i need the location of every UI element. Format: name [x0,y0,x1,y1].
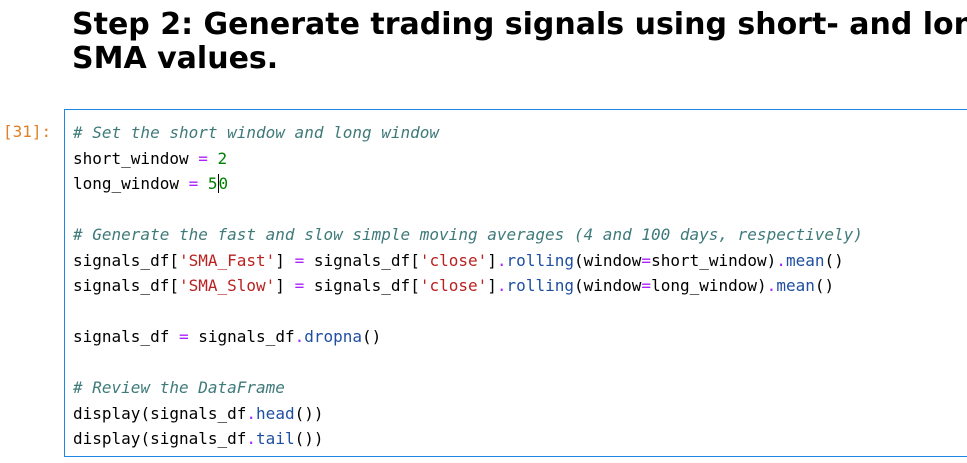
number: 5 [207,174,218,193]
punct: ) [766,250,777,270]
punct: () [362,327,382,346]
execution-count-prompt: [31]: [3,122,52,141]
punct: ] [487,276,497,295]
punct: ] [275,276,285,295]
string: 'close' [419,276,488,295]
operator: . [776,250,786,270]
operator: = [294,250,305,270]
code-line-6: signals_df['SMA_Fast'] = signals_df['clo… [73,248,863,274]
punct: [ [410,250,420,270]
heading-line-1: Step 2: Generate trading signals using s… [72,7,967,42]
code-line-5: # Generate the fast and slow simple movi… [73,222,863,248]
method: tail [256,429,295,448]
heading-line-2: SMA values. [72,41,279,76]
punct: ()) [294,429,324,448]
variable: signals_df [73,250,170,270]
string: 'SMA_Slow' [178,276,276,295]
punct: [ [410,276,420,295]
operator: = [641,250,652,270]
operator: = [641,276,652,295]
comment: # Review the DataFrame [73,378,285,397]
operator: = [294,276,305,295]
code-line-9: signals_df = signals_df.dropna() [73,324,863,350]
operator: = [198,148,208,168]
code-line-1: # Set the short window and long window [73,120,863,146]
code-line-12: display(signals_df.head()) [73,401,863,427]
operator: . [246,403,257,423]
variable: signals_df [150,429,247,448]
variable: long_window [73,174,179,193]
number: 2 [217,148,228,168]
method: mean [785,250,825,270]
method: dropna [304,327,363,346]
function: display [73,403,141,423]
punct: ( [140,429,151,448]
variable: signals_df [150,403,247,423]
punct: () [824,250,844,270]
comment: # Generate the fast and slow simple movi… [73,225,863,244]
method: head [256,403,295,423]
operator: . [766,276,777,295]
operator: . [246,429,257,448]
operator: . [496,250,507,270]
punct: [ [169,250,179,270]
code-line-3: long_window = 50 [73,171,863,197]
code-line-7: signals_df['SMA_Slow'] = signals_df['clo… [73,273,863,299]
punct: ( [573,250,584,270]
code-input-area[interactable]: # Set the short window and long window sh… [64,109,967,457]
punct: ()) [294,403,324,423]
variable: signals_df [73,327,170,346]
code-line-11: # Review the DataFrame [73,375,863,401]
punct: [ [169,276,179,295]
variable: signals_df [313,276,411,295]
step-heading: Step 2: Generate trading signals using s… [72,8,967,76]
variable: signals_df [73,276,170,295]
string: 'SMA_Fast' [178,250,276,270]
string: 'close' [419,250,488,270]
operator: = [188,174,199,193]
keyword-arg: window [583,250,642,270]
operator: . [496,276,507,295]
punct: ( [140,403,151,423]
punct: ] [487,250,497,270]
method: rolling [506,250,574,270]
code-line-13: display(signals_df.tail()) [73,426,863,452]
comment: # Set the short window and long window [73,123,440,142]
code-editor[interactable]: # Set the short window and long window sh… [73,120,863,452]
variable: signals_df [198,327,295,346]
keyword-arg: window [583,276,642,295]
number: 0 [218,174,229,193]
punct: ( [573,276,584,295]
function: display [73,429,141,448]
code-line-2: short_window = 2 [73,146,863,172]
operator: = [178,327,189,346]
method: mean [776,276,815,295]
punct: () [814,276,835,295]
variable: short_window [651,250,767,270]
markdown-cell: Step 2: Generate trading signals using s… [72,8,967,76]
variable: signals_df [313,250,411,270]
method: rolling [506,276,574,295]
punct: ] [275,250,285,270]
variable: short_window [73,148,189,168]
operator: . [294,327,305,346]
variable: long_window [651,276,758,295]
punct: ) [757,276,767,295]
